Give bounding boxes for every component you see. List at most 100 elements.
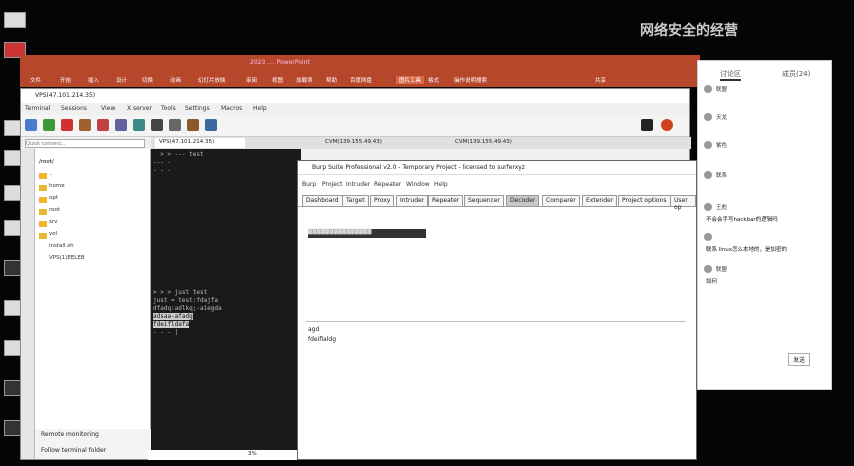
ppt-menu-item[interactable]: 审阅	[246, 76, 257, 84]
decoder-output-pane[interactable]: agd fdeiflaldg	[306, 321, 686, 451]
burp-menu-item[interactable]: Burp	[302, 181, 316, 188]
moba-footer: Remote monitoring Follow terminal folder	[35, 429, 151, 459]
file-item[interactable]: VPS(1)EELEB	[49, 255, 85, 261]
file-path[interactable]: /root/	[39, 159, 54, 165]
ppt-menu-item[interactable]: 开始	[60, 76, 71, 84]
burp-tab[interactable]: Project options	[618, 195, 671, 207]
moba-menu-item[interactable]: Terminal	[25, 105, 50, 112]
burp-menu-item[interactable]: Repeater	[374, 181, 401, 188]
ppt-menu-item[interactable]: 加载项	[296, 76, 313, 84]
file-item[interactable]: opt	[49, 195, 58, 201]
burp-menu-item[interactable]: Project	[322, 181, 343, 188]
decoder-input[interactable]: ▓▓▓▓▓▓▓▓▓▓▓▓▓▓▓	[308, 229, 426, 238]
burp-tab[interactable]: Sequencer	[464, 195, 505, 207]
ppt-menu-item[interactable]: 文件	[30, 76, 41, 84]
burp-menu-item[interactable]: Window	[406, 181, 430, 188]
powerpoint-titlebar: 2023 .... PowerPoint	[20, 55, 700, 73]
burp-tab[interactable]: Comparer	[542, 195, 580, 207]
servers-icon[interactable]	[43, 119, 55, 131]
chat-message: 不会会手写hackbar的逻辑吗	[706, 217, 778, 223]
file-item[interactable]: root	[49, 207, 60, 213]
file-item[interactable]: vol	[49, 231, 57, 237]
avatar	[704, 171, 712, 179]
ppt-menu-item[interactable]: 切换	[142, 76, 153, 84]
exit-icon[interactable]	[661, 119, 673, 131]
remote-monitoring-button[interactable]: Remote monitoring	[41, 431, 99, 438]
moba-menu-item[interactable]: View	[101, 105, 115, 112]
moba-menu-item[interactable]: Tools	[161, 105, 176, 112]
ppt-menu-item[interactable]: 图片工具	[396, 76, 425, 84]
ppt-menu-item[interactable]: 动画	[170, 76, 181, 84]
moba-titlebar: VPS(47.101.214.35)	[21, 89, 689, 103]
session-tab[interactable]: CVM(139.155.49.43)	[451, 138, 541, 148]
ppt-menu-item[interactable]: 帮助	[326, 76, 337, 84]
ppt-menu-item[interactable]: 格式	[428, 76, 439, 84]
ppt-menu-item[interactable]: 视图	[272, 76, 283, 84]
moba-menu-item[interactable]: Settings	[185, 105, 210, 112]
burp-menu-item[interactable]: Intruder	[346, 181, 370, 188]
file-item[interactable]: srv	[49, 219, 57, 225]
view-icon[interactable]	[115, 119, 127, 131]
xserver-icon[interactable]	[641, 119, 653, 131]
burp-tab[interactable]: User op	[670, 195, 696, 211]
ppt-menu-item[interactable]: 设计	[116, 76, 127, 84]
burp-menu-item[interactable]: Help	[434, 181, 448, 188]
chat-message: 联系 linux怎么本地的，是加密的	[706, 247, 788, 253]
moba-menu-item[interactable]: Sessions	[61, 105, 87, 112]
burp-tab[interactable]: Repeater	[428, 195, 464, 207]
ppt-menu-item[interactable]: 操作说明搜索	[454, 76, 487, 84]
desktop: 网络安全的经营 2023 .... PowerPoint 文件 开始 插入 设计…	[0, 0, 854, 466]
chat-user: 紫色	[716, 143, 728, 149]
moba-title: VPS(47.101.214.35)	[35, 92, 96, 99]
burp-tab[interactable]: Intruder	[396, 195, 429, 207]
ppt-title: 2023 .... PowerPoint	[250, 59, 310, 66]
chat-user: 天龙	[716, 115, 728, 121]
follow-terminal-checkbox[interactable]: Follow terminal folder	[41, 447, 106, 454]
games-icon[interactable]	[79, 119, 91, 131]
terminal-line: adsaa-afadg	[153, 313, 193, 320]
send-button[interactable]: 发送	[788, 353, 811, 366]
session-tab[interactable]: VPS(47.101.214.35)	[155, 138, 245, 148]
session-icon[interactable]	[25, 119, 37, 131]
burp-tab[interactable]: Target	[342, 195, 369, 207]
burp-tab-decoder[interactable]: Decoder	[506, 195, 540, 207]
ppt-menu-item[interactable]: 百度网盘	[350, 76, 372, 84]
moba-menu-item[interactable]: Macros	[221, 105, 242, 112]
moba-menubar: Terminal Sessions View X server Tools Se…	[21, 103, 689, 115]
burp-window: Burp Suite Professional v2.0 - Temporary…	[297, 160, 697, 460]
desktop-icon[interactable]	[4, 12, 26, 28]
tab-discuss[interactable]: 讨论区	[720, 69, 741, 81]
quick-connect-input[interactable]	[25, 139, 145, 148]
ppt-menu-item[interactable]: 插入	[88, 76, 99, 84]
tunneling-icon[interactable]	[169, 119, 181, 131]
chat-user: 联盟	[716, 267, 728, 273]
burp-tab[interactable]: Proxy	[370, 195, 395, 207]
avatar	[704, 203, 712, 211]
file-item[interactable]: ..	[49, 171, 53, 177]
tab-members[interactable]: 成员(24)	[782, 69, 810, 79]
burp-tabbar: Dashboard Target Proxy Intruder Repeater…	[298, 193, 696, 211]
watermark-text: 网络安全的经营	[640, 23, 738, 39]
moba-menu-item[interactable]: X server	[127, 105, 152, 112]
folder-icon	[39, 233, 47, 239]
ppt-share-button[interactable]: 共享	[595, 76, 606, 84]
chat-user: 王彪	[716, 205, 728, 211]
chat-panel: 讨论区 成员(24) 联盟 天龙 紫色 联系 王彪 不会会手写hackbar的逻…	[697, 60, 832, 390]
settings-icon[interactable]	[205, 119, 217, 131]
packages-icon[interactable]	[187, 119, 199, 131]
sessions-icon[interactable]	[97, 119, 109, 131]
tools-icon[interactable]	[61, 119, 73, 131]
file-item[interactable]: install.sh	[49, 243, 74, 249]
folder-icon	[39, 185, 47, 191]
session-tab[interactable]: CVM(139.155.49.43)	[321, 138, 411, 148]
ppt-menu-item[interactable]: 幻灯片放映	[198, 76, 226, 84]
burp-tab[interactable]: Dashboard	[302, 195, 343, 207]
multiexec-icon[interactable]	[151, 119, 163, 131]
burp-menubar: Burp Project Intruder Repeater Window He…	[298, 179, 696, 191]
decoder-text-bottom: fdeiflaldg	[308, 336, 337, 343]
file-item[interactable]: home	[49, 183, 65, 189]
burp-tab[interactable]: Extender	[582, 195, 618, 207]
terminal[interactable]: > > --- test --- - - - - > > > just test…	[151, 149, 301, 459]
split-icon[interactable]	[133, 119, 145, 131]
moba-menu-item[interactable]: Help	[253, 105, 267, 112]
